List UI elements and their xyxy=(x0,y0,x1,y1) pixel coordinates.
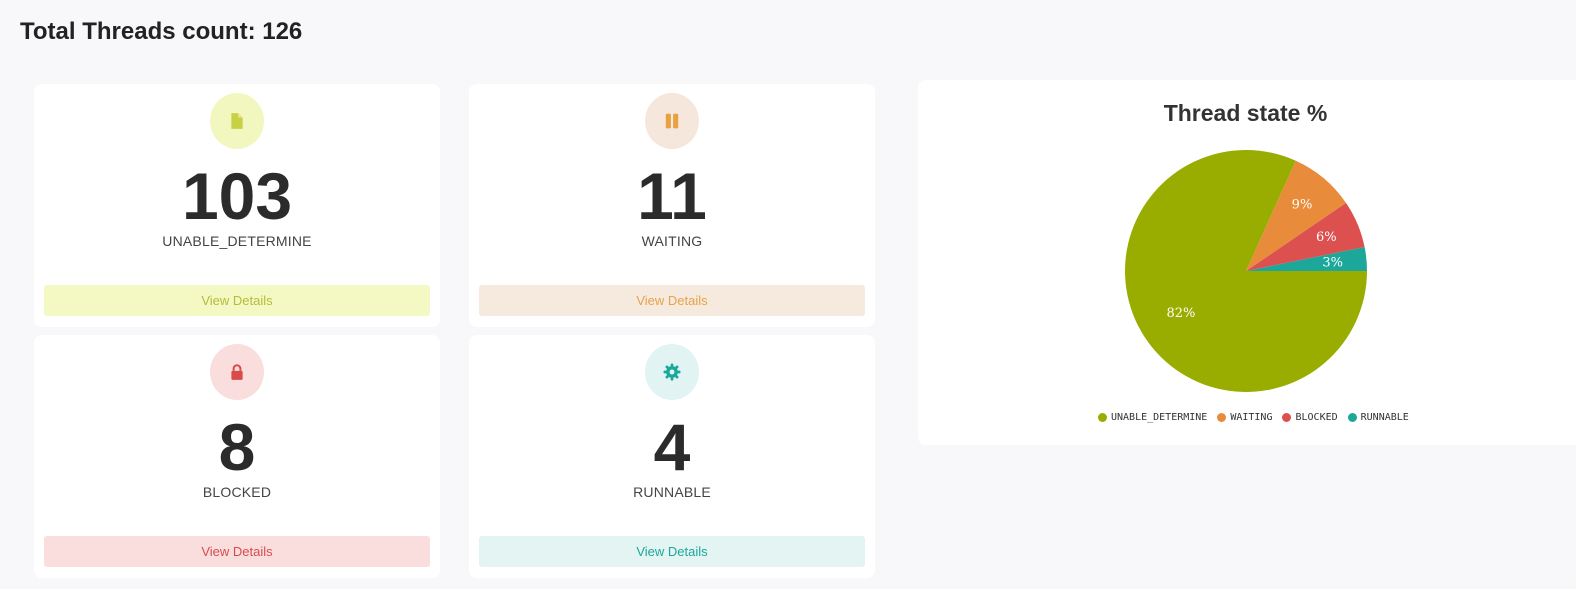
state-label: RUNNABLE xyxy=(633,484,711,500)
state-count: 11 xyxy=(637,159,707,233)
icon-circle xyxy=(645,344,699,400)
state-label: WAITING xyxy=(641,233,703,249)
view-details-button[interactable]: View Details xyxy=(44,285,430,316)
pie-chart: 3% 6% 9% 82% xyxy=(1125,149,1367,392)
legend-item-blocked[interactable]: BLOCKED xyxy=(1282,412,1338,423)
pie-slice-label: 6% xyxy=(1316,230,1337,245)
state-label: BLOCKED xyxy=(202,484,272,500)
pie-slice-label: 9% xyxy=(1292,197,1313,212)
pie-slice-label: 82% xyxy=(1166,306,1195,321)
icon-circle xyxy=(210,344,264,400)
gear-icon xyxy=(663,363,681,381)
view-details-button[interactable]: View Details xyxy=(44,536,430,567)
legend-item-waiting[interactable]: WAITING xyxy=(1217,412,1272,423)
lock-icon xyxy=(231,364,243,380)
state-count: 4 xyxy=(653,410,691,484)
card-waiting: 11 WAITING View Details xyxy=(469,84,875,327)
legend-label: UNABLE_DETERMINE xyxy=(1111,412,1208,423)
card-unable-determine: 103 UNABLE_DETERMINE View Details xyxy=(34,84,440,327)
legend-item-unable-determine[interactable]: UNABLE_DETERMINE xyxy=(1098,412,1207,423)
pie-slice-label: 3% xyxy=(1322,255,1343,270)
legend-item-runnable[interactable]: RUNNABLE xyxy=(1347,412,1409,423)
chart-legend: UNABLE_DETERMINE WAITING BLOCKED RUNNABLE xyxy=(1098,412,1409,423)
state-count: 8 xyxy=(218,410,256,484)
icon-circle xyxy=(210,93,264,149)
chart-title: Thread state % xyxy=(1163,100,1328,126)
page-title: Total Threads count: 126 xyxy=(20,18,303,45)
legend-dot xyxy=(1098,413,1107,422)
legend-label: WAITING xyxy=(1230,412,1273,423)
thread-state-chart-card: Thread state % 3% 6% 9% 82% UNABLE_DETERMIN… xyxy=(918,80,1576,445)
legend-dot xyxy=(1347,413,1357,422)
legend-dot xyxy=(1282,413,1292,422)
state-label: UNABLE_DETERMINE xyxy=(162,233,312,249)
file-icon xyxy=(231,113,243,129)
card-blocked: 8 BLOCKED View Details xyxy=(34,335,440,578)
view-details-button[interactable]: View Details xyxy=(479,536,865,567)
view-details-button[interactable]: View Details xyxy=(479,285,865,316)
state-count: 103 xyxy=(181,159,293,233)
icon-circle xyxy=(645,93,699,149)
pause-icon xyxy=(665,113,679,129)
legend-label: RUNNABLE xyxy=(1360,412,1409,423)
card-runnable: 4 RUNNABLE View Details xyxy=(469,335,875,578)
legend-dot xyxy=(1217,413,1227,422)
legend-label: BLOCKED xyxy=(1295,412,1338,423)
